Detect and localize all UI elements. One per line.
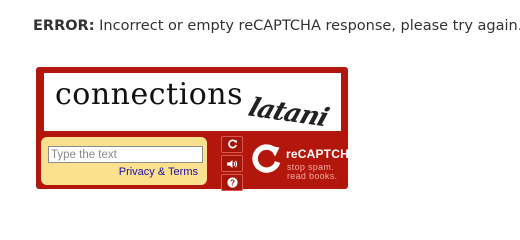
error-message: ERROR: Incorrect or empty reCAPTCHA resp…	[33, 18, 520, 34]
audio-button[interactable]	[221, 155, 243, 172]
refresh-icon	[227, 139, 237, 149]
recaptcha-logo-icon	[252, 144, 281, 173]
trademark-symbol: ™	[357, 147, 365, 153]
error-text: Incorrect or empty reCAPTCHA response, p…	[99, 18, 520, 34]
speaker-icon	[227, 159, 238, 168]
recaptcha-name: reCAPTCHA	[286, 147, 358, 161]
refresh-button[interactable]	[221, 136, 243, 153]
help-icon: ?	[226, 177, 238, 188]
svg-text:?: ?	[229, 178, 234, 187]
error-label: ERROR:	[33, 18, 95, 34]
captcha-input-panel: Privacy & Terms	[41, 137, 207, 185]
tagline-line-2: read books.	[287, 171, 338, 181]
captcha-controls: ?	[221, 136, 245, 193]
help-button[interactable]: ?	[221, 174, 243, 191]
captcha-word-2: latani	[244, 93, 332, 133]
captcha-word-1: connections	[55, 77, 243, 112]
recaptcha-widget: connections latani Privacy & Terms ?	[36, 67, 364, 191]
privacy-terms-link[interactable]: Privacy & Terms	[119, 166, 198, 178]
captcha-challenge-image: connections latani	[44, 73, 341, 133]
recaptcha-wordmark: reCAPTCHA™	[286, 147, 364, 161]
recaptcha-tagline: stop spam. read books.	[287, 163, 337, 181]
captcha-response-input[interactable]	[48, 146, 203, 163]
recaptcha-branding: reCAPTCHA™ stop spam. read books.	[250, 141, 364, 187]
